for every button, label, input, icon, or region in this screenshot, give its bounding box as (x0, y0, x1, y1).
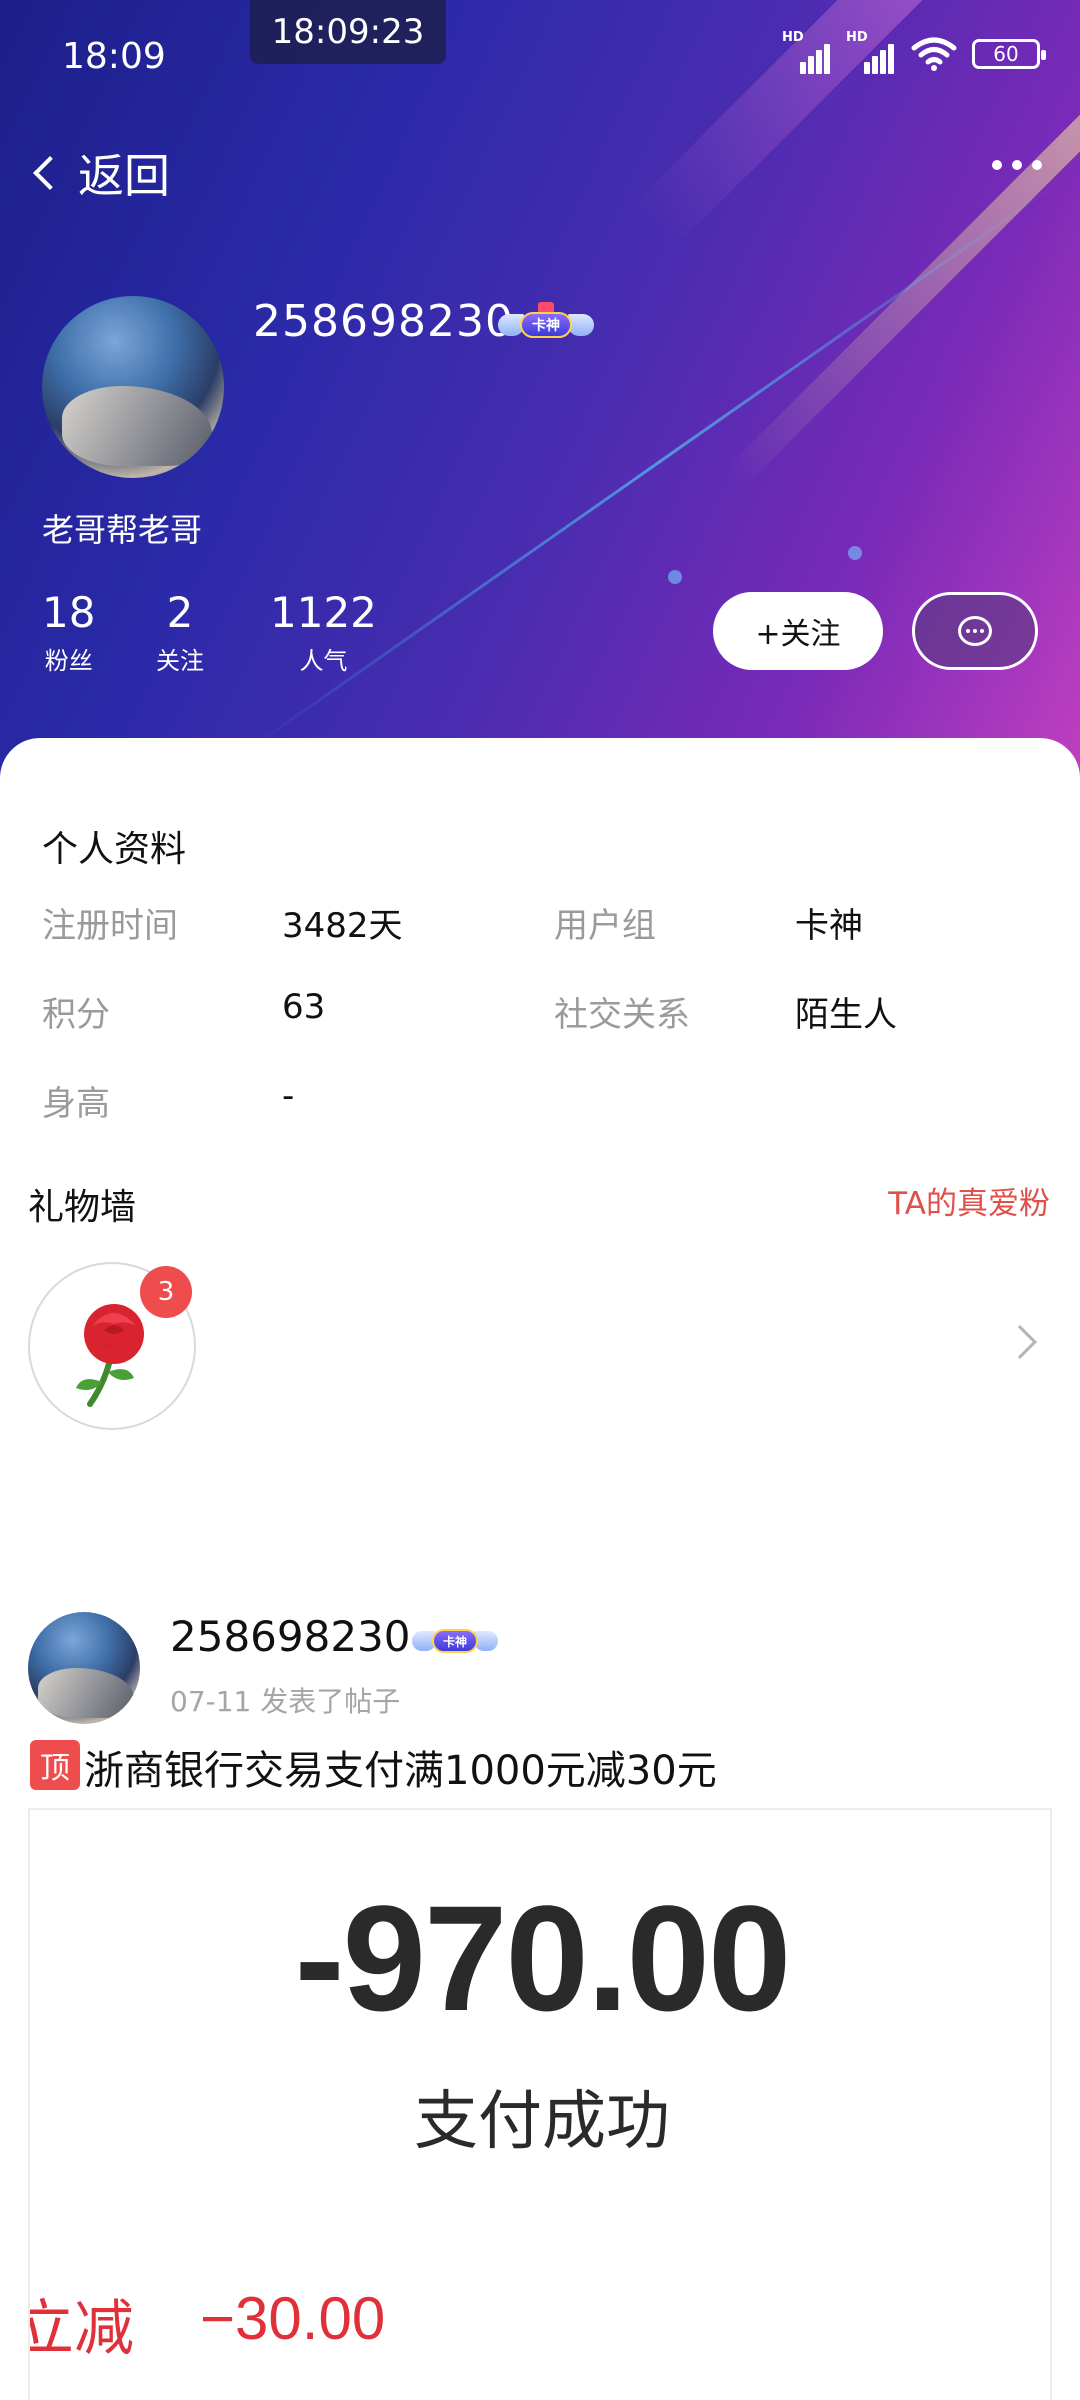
back-label: 返回 (78, 149, 170, 203)
user-group-badge: 卡神 (496, 302, 596, 344)
wifi-icon (911, 37, 957, 71)
stat-value: 2 (166, 588, 194, 637)
info-label: 注册时间 (42, 906, 178, 946)
nickname: 老哥帮老哥 (42, 511, 203, 549)
status-icons: HD HD 60 (782, 30, 1046, 74)
info-label: 用户组 (554, 906, 656, 946)
message-button[interactable] (912, 592, 1038, 670)
badge-label: 卡神 (432, 1629, 478, 1653)
stat-following[interactable]: 2 关注 (156, 588, 204, 676)
post-author-badge: 卡神 (410, 1620, 500, 1658)
signal-icon: HD (782, 30, 832, 74)
payment-status: 支付成功 (414, 2085, 670, 2159)
stat-label: 关注 (156, 647, 204, 675)
back-button[interactable]: 返回 (26, 140, 170, 206)
pinned-tag: 顶 (30, 1740, 80, 1790)
post-image[interactable]: -970.00 支付成功 立减 −30.00 (28, 1808, 1052, 2400)
post-author-avatar[interactable] (28, 1612, 140, 1724)
decor-dot (668, 570, 682, 584)
info-value: 3482天 (282, 906, 403, 946)
info-label: 身高 (42, 1084, 110, 1124)
stat-label: 粉丝 (44, 647, 93, 675)
decor-dot (848, 546, 862, 560)
info-label: 积分 (42, 995, 110, 1035)
post-meta: 07-11 发表了帖子 (170, 1685, 401, 1718)
post-title[interactable]: 浙商银行交易支付满1000元减30元 (84, 1738, 717, 1796)
battery-icon: 60 (972, 39, 1046, 69)
avatar[interactable] (42, 296, 224, 478)
info-label: 社交关系 (554, 995, 690, 1035)
more-dots-icon (992, 160, 1002, 170)
stat-label: 人气 (299, 647, 348, 675)
gift-wall-title: 礼物墙 (28, 1187, 137, 1228)
signal-icon: HD (846, 30, 896, 74)
chevron-left-icon (33, 156, 67, 190)
chat-bubble-icon (958, 616, 992, 646)
personal-info-title: 个人资料 (42, 829, 187, 870)
status-time: 18:09 (62, 36, 166, 77)
user-id: 258698230 (253, 296, 514, 347)
gift-count-badge: 3 (140, 1266, 192, 1318)
post-author-name[interactable]: 258698230 (170, 1612, 411, 1661)
info-value: 63 (282, 987, 326, 1027)
discount-label: 立减 (30, 2294, 134, 2364)
info-value: 陌生人 (795, 995, 897, 1035)
badge-label: 卡神 (520, 312, 572, 338)
info-value: - (282, 1076, 295, 1116)
stat-value: 18 (42, 588, 96, 637)
info-value: 卡神 (795, 906, 863, 946)
payment-amount: -970.00 (294, 1874, 792, 2042)
stat-popularity: 1122 人气 (270, 588, 377, 676)
true-fans-link[interactable]: TA的真爱粉 (888, 1178, 1050, 1223)
stat-value: 1122 (270, 588, 377, 637)
stat-fans[interactable]: 18 粉丝 (42, 588, 95, 676)
signal-hd-label: HD (846, 30, 868, 45)
clock-overlay: 18:09:23 (250, 0, 446, 64)
more-button[interactable] (992, 160, 1042, 170)
discount-value: −30.00 (200, 2285, 386, 2352)
signal-hd-label: HD (782, 30, 804, 45)
follow-button[interactable]: +关注 (713, 592, 883, 670)
